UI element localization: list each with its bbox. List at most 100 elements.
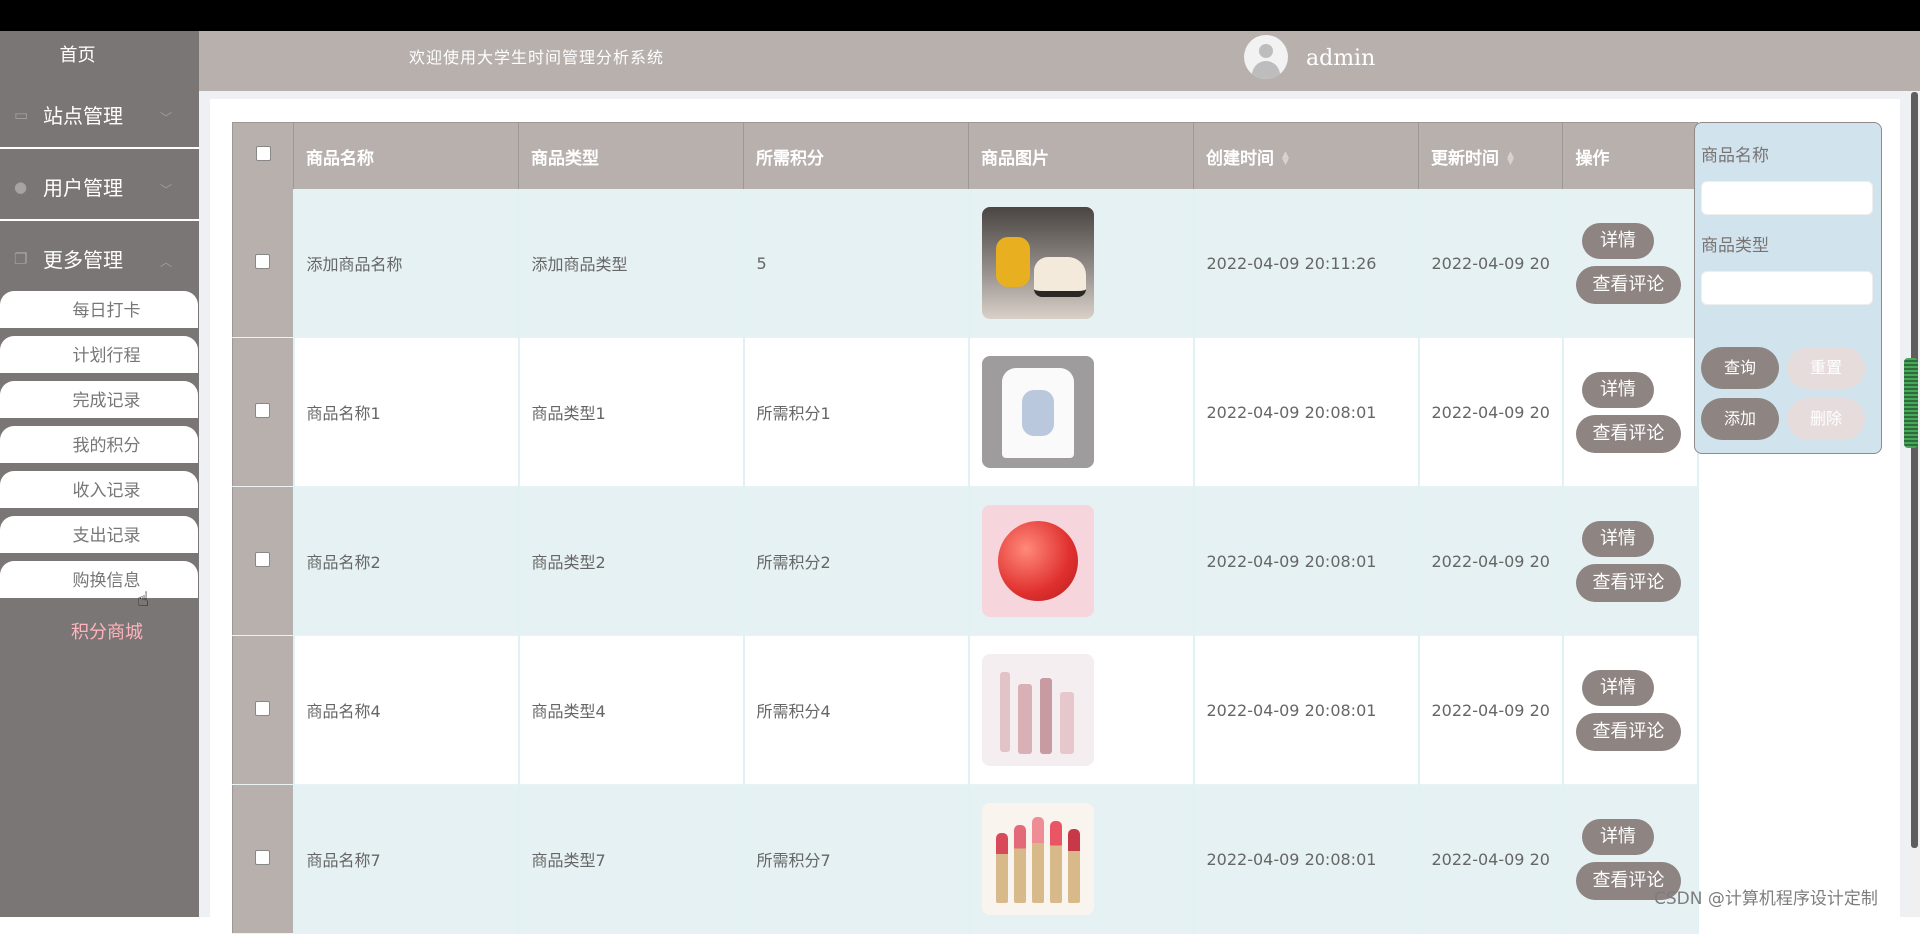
sidebar-item-label: 支出记录 [72, 526, 141, 546]
product-image-tshirt[interactable] [981, 356, 1094, 468]
product-type-input[interactable] [1701, 271, 1873, 305]
sidebar-item-plan[interactable]: 计划行程 [0, 336, 198, 373]
sidebar-item-label: 计划行程 [72, 346, 141, 366]
avatar[interactable] [1244, 35, 1288, 79]
table-row: 商品名称2 商品类型2 所需积分2 2022-04-09 20:08:01 20… [232, 486, 1699, 636]
sort-icon[interactable]: ▲ ▼ [1282, 150, 1290, 166]
cell-image [967, 486, 1195, 636]
product-image-pikachu[interactable] [981, 207, 1094, 319]
cell-points: 所需积分7 [742, 784, 970, 934]
view-review-button[interactable]: 查看评论 [1575, 414, 1681, 453]
select-all-checkbox[interactable] [232, 122, 294, 189]
mouse-pointer-icon: ☝ [137, 587, 150, 611]
column-header-label: 更新时间 [1431, 148, 1499, 169]
scrollbar-thumb[interactable] [1911, 92, 1918, 848]
column-header-points: 所需积分 [743, 122, 969, 189]
product-image-lipstick[interactable] [981, 803, 1094, 915]
detail-button[interactable]: 详情 [1581, 818, 1654, 855]
cell-updated: 2022-04-09 20 [1417, 486, 1564, 636]
row-checkbox[interactable] [232, 189, 295, 338]
cell-type: 添加商品类型 [517, 189, 745, 338]
cell-created: 2022-04-09 20:08:01 [1192, 784, 1420, 934]
product-type-label: 商品类型 [1701, 236, 1769, 256]
cell-name: 商品名称2 [292, 486, 520, 636]
cell-type: 商品类型7 [517, 784, 745, 934]
sidebar-item-completion[interactable]: 完成记录 [0, 381, 198, 418]
sidebar-item-income[interactable]: 收入记录 [0, 471, 198, 508]
add-button[interactable]: 添加 [1701, 398, 1779, 440]
cell-image [967, 784, 1195, 934]
cell-points: 所需积分4 [742, 635, 970, 785]
cell-actions: 详情 查看评论 [1561, 486, 1699, 636]
cell-points: 所需积分1 [742, 337, 970, 487]
view-review-button[interactable]: 查看评论 [1575, 563, 1681, 602]
cell-actions: 详情 查看评论 [1561, 635, 1699, 785]
sidebar-home[interactable]: 首页 [0, 31, 155, 81]
detail-button[interactable]: 详情 [1581, 669, 1654, 706]
column-header-updated[interactable]: 更新时间 ▲ ▼ [1417, 122, 1564, 189]
cell-name: 商品名称1 [292, 337, 520, 487]
avatar-body-icon [1252, 61, 1280, 79]
row-checkbox[interactable] [232, 635, 295, 785]
delete-button[interactable]: 删除 [1787, 398, 1865, 440]
cell-image [967, 189, 1195, 338]
row-checkbox[interactable] [232, 486, 295, 636]
sidebar-item-label: 完成记录 [72, 391, 141, 411]
sidebar-group-site[interactable]: ▭ 站点管理 ﹀ [0, 85, 199, 149]
column-header-created[interactable]: 创建时间 ▲ ▼ [1193, 122, 1419, 189]
sidebar-group-user[interactable]: ● 用户管理 ﹀ [0, 157, 199, 221]
sidebar-group-label: 用户管理 [43, 176, 123, 200]
sidebar-group-label: 更多管理 [43, 248, 123, 272]
sidebar-group-more[interactable]: ❐ 更多管理 ︿ [0, 229, 199, 291]
avatar-head-icon [1259, 44, 1273, 58]
detail-button[interactable]: 详情 [1581, 371, 1654, 408]
view-review-button[interactable]: 查看评论 [1575, 712, 1681, 751]
user-icon: ● [14, 178, 28, 196]
product-name-input[interactable] [1701, 181, 1873, 215]
table-row: 商品名称7 商品类型7 所需积分7 2022-04-09 20:08:01 20… [232, 784, 1699, 934]
cell-updated: 2022-04-09 20 [1417, 784, 1564, 934]
cell-updated: 2022-04-09 20 [1417, 337, 1564, 487]
sidebar-item-exchange[interactable]: 购换信息 [0, 561, 198, 598]
sidebar-item-label: 购换信息 [72, 571, 141, 591]
cell-created: 2022-04-09 20:08:01 [1192, 337, 1420, 487]
table-row: 商品名称4 商品类型4 所需积分4 2022-04-09 20:08:01 20… [232, 635, 1699, 785]
sidebar-item-expense[interactable]: 支出记录 [0, 516, 198, 553]
column-header-image: 商品图片 [968, 122, 1194, 189]
cell-image [967, 337, 1195, 487]
column-header-type: 商品类型 [518, 122, 744, 189]
detail-button[interactable]: 详情 [1581, 222, 1654, 259]
column-header-label: 创建时间 [1206, 148, 1274, 169]
row-checkbox[interactable] [232, 337, 295, 487]
sidebar-item-daily-checkin[interactable]: 每日打卡 [0, 291, 198, 328]
view-review-button[interactable]: 查看评论 [1575, 265, 1681, 304]
sidebar-item-my-points[interactable]: 我的积分 [0, 426, 198, 463]
row-checkbox[interactable] [232, 784, 295, 934]
sidebar-item-points-mall[interactable]: 积分商城 [0, 613, 199, 653]
chevron-down-icon: ﹀ [160, 111, 173, 125]
cell-created: 2022-04-09 20:08:01 [1192, 486, 1420, 636]
product-image-apple[interactable] [981, 505, 1094, 617]
cell-actions: 详情 查看评论 [1561, 784, 1699, 934]
detail-button[interactable]: 详情 [1581, 520, 1654, 557]
copy-icon: ❐ [14, 250, 28, 268]
cell-points: 所需积分2 [742, 486, 970, 636]
username[interactable]: admin [1306, 31, 1375, 87]
sidebar-group-label: 站点管理 [43, 104, 123, 128]
sidebar-item-label: 积分商城 [71, 622, 143, 643]
chevron-down-icon: ﹀ [160, 183, 173, 197]
checkbox-icon [255, 146, 271, 161]
product-image-cosmetics[interactable] [981, 654, 1094, 766]
cell-actions: 详情 查看评论 [1561, 337, 1699, 487]
sidebar: 首页 ▭ 站点管理 ﹀ ● 用户管理 ﹀ ❐ 更多管理 ︿ 每日打卡 计划行程 … [0, 31, 199, 917]
sort-icon[interactable]: ▲ ▼ [1507, 150, 1515, 166]
query-button[interactable]: 查询 [1701, 347, 1779, 389]
cell-created: 2022-04-09 20:08:01 [1192, 635, 1420, 785]
monitor-icon: ▭ [14, 106, 29, 124]
cell-type: 商品类型1 [517, 337, 745, 487]
sidebar-item-label: 收入记录 [72, 481, 141, 501]
floating-grip-handle[interactable] [1904, 358, 1918, 448]
reset-button[interactable]: 重置 [1787, 347, 1865, 389]
cell-actions: 详情 查看评论 [1561, 189, 1699, 338]
checkbox-icon [255, 253, 271, 269]
